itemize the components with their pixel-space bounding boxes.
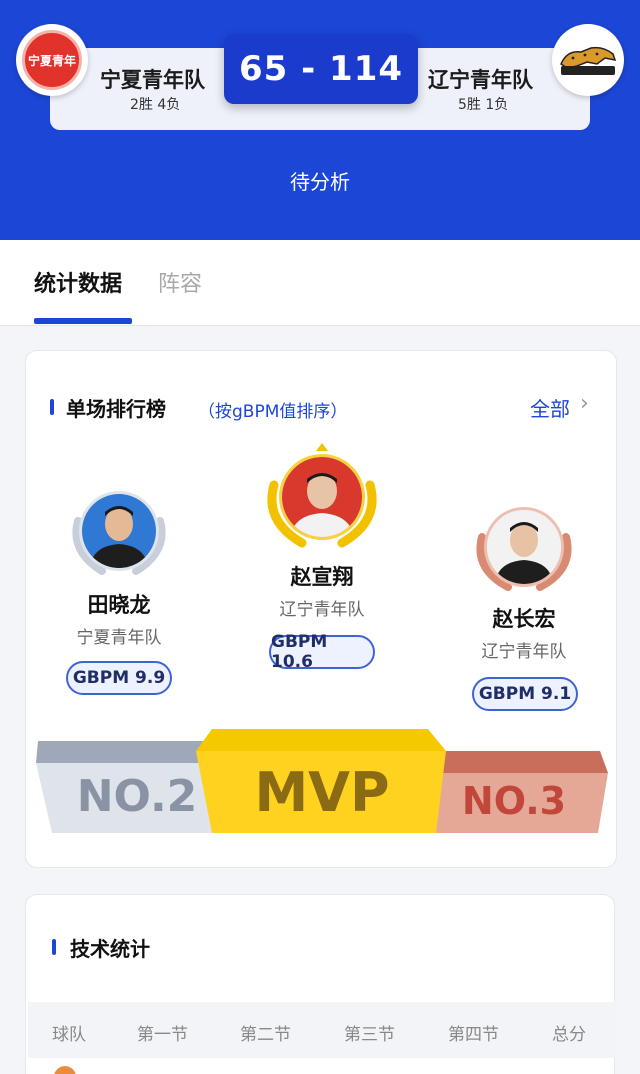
col-q2: 第二节	[240, 1025, 291, 1045]
podium-silver-top	[36, 741, 204, 763]
player-2-team: 宁夏青年队	[76, 628, 162, 648]
away-team-logo[interactable]	[552, 24, 624, 96]
col-q1: 第一节	[137, 1025, 188, 1045]
section-accent	[52, 939, 56, 955]
player-3-avatar-wrap[interactable]	[470, 497, 578, 597]
player-1-gbpm: GBPM 10.6	[269, 632, 375, 672]
player-1-team: 辽宁青年队	[279, 600, 365, 620]
home-logo-text: 宁夏青年	[27, 53, 76, 68]
podium-rank-2-label: NO.2	[76, 771, 198, 822]
away-team-name: 辽宁青年队	[428, 68, 533, 92]
tech-stats-header-row: 球队 第一节 第二节 第三节 第四节 总分	[28, 1002, 615, 1058]
player-3-name[interactable]: 赵长宏	[470, 603, 578, 633]
score-text: 65 - 114	[238, 49, 404, 89]
col-total: 总分	[552, 1025, 586, 1045]
player-2-gbpm: GBPM 9.9	[66, 661, 172, 695]
active-tab-indicator	[34, 318, 132, 324]
leopard-logo-icon	[556, 40, 620, 80]
player-3-gbpm: GBPM 9.1	[472, 677, 578, 711]
player-1-avatar-wrap[interactable]	[260, 441, 384, 553]
player-3-avatar	[484, 507, 564, 587]
ranking-title: 单场排行榜	[66, 397, 166, 421]
away-team-record: 5胜 1负	[458, 97, 509, 113]
tab-stats[interactable]: 统计数据	[34, 266, 122, 298]
player-3-team: 辽宁青年队	[481, 642, 567, 662]
home-team-record: 2胜 4负	[130, 97, 181, 113]
score-display: 65 - 114	[224, 34, 418, 104]
podium-bronze-top	[436, 751, 608, 773]
home-team-logo[interactable]: 宁夏青年	[16, 24, 88, 96]
col-q4: 第四节	[448, 1025, 499, 1045]
player-2-avatar-wrap[interactable]	[66, 481, 172, 581]
player-1-name[interactable]: 赵宣翔	[260, 561, 384, 591]
podium-mvp-label: MVP	[254, 761, 390, 824]
ranking-subtitle: （按gBPM值排序）	[198, 402, 348, 422]
ranking-card: 单场排行榜 （按gBPM值排序） 全部 › 田晓龙 宁夏青年队 GBPM 9.9	[25, 350, 617, 868]
player-2-name[interactable]: 田晓龙	[66, 589, 172, 619]
home-logo-badge: 宁夏青年	[22, 30, 82, 90]
podium-gold-top	[196, 729, 446, 751]
player-2-avatar	[79, 491, 159, 571]
analysis-status[interactable]: 待分析	[0, 166, 640, 195]
col-q3: 第三节	[344, 1025, 395, 1045]
player-1-avatar	[279, 454, 365, 540]
section-accent	[50, 399, 54, 415]
podium-rank-3-label: NO.3	[461, 779, 567, 823]
view-all-link[interactable]: 全部	[530, 393, 570, 422]
home-team-name: 宁夏青年队	[100, 68, 205, 92]
tab-lineup[interactable]: 阵容	[158, 266, 202, 298]
tech-stats-title: 技术统计	[70, 937, 150, 961]
match-header: 宁夏青年 宁夏青年队 2胜 4负 65 - 114 辽宁青年队 5胜 1负 待分…	[0, 0, 640, 240]
col-team: 球队	[52, 1025, 86, 1045]
chevron-right-icon[interactable]: ›	[580, 391, 589, 416]
tab-bar: 统计数据 阵容	[0, 240, 640, 326]
